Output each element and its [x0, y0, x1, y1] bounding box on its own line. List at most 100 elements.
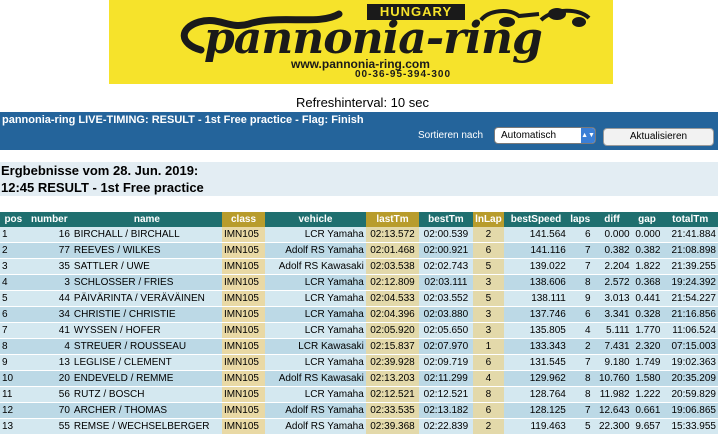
- cell-name: RUTZ / BOSCH: [71, 386, 222, 403]
- cell-vehicle: LCR Yamaha: [265, 227, 366, 243]
- cell-pos: 5: [0, 290, 27, 307]
- cell-besttm: 02:07.970: [419, 338, 473, 355]
- cell-diff: 2.572: [592, 274, 632, 291]
- cell-diff: 0.000: [592, 227, 632, 243]
- sort-select[interactable]: Automatisch ▲▼: [494, 127, 596, 144]
- cell-lasttm: 02:39.368: [365, 418, 420, 435]
- cell-class: IMN105: [221, 402, 266, 419]
- cell-lasttm: 02:13.572: [365, 227, 420, 243]
- cell-lasttm: 02:03.538: [365, 258, 420, 275]
- cell-vehicle: LCR Yamaha: [265, 322, 366, 339]
- cell-name: CHRISTIE / CHRISTIE: [71, 306, 222, 323]
- column-header-totaltm: totalTm: [662, 212, 718, 227]
- cell-diff: 10.760: [592, 370, 632, 387]
- table-row: 9 13 LEGLISE / CLEMENT IMN105 LCR Yamaha 02:3…: [0, 354, 718, 371]
- select-arrows-icon: ▲▼: [581, 128, 595, 143]
- cell-number: 55: [26, 418, 72, 435]
- cell-gap: 0.368: [631, 274, 663, 291]
- cell-class: IMN105: [221, 242, 266, 259]
- cell-gap: 0.382: [631, 242, 663, 259]
- cell-totaltm: 19:06.865: [662, 402, 718, 419]
- cell-pos: 13: [0, 418, 27, 435]
- cell-class: IMN105: [221, 418, 266, 435]
- cell-vehicle: LCR Yamaha: [265, 386, 366, 403]
- cell-diff: 3.013: [592, 290, 632, 307]
- cell-vehicle: LCR Yamaha: [265, 354, 366, 371]
- cell-pos: 1: [0, 227, 27, 243]
- table-row: 8 4 STREUER / ROUSSEAU IMN105 LCR Kawasaki 02…: [0, 338, 718, 355]
- cell-totaltm: 20:59.829: [662, 386, 718, 403]
- cell-gap: 0.441: [631, 290, 663, 307]
- column-header-gap: gap: [631, 212, 663, 227]
- cell-class: IMN105: [221, 370, 266, 387]
- column-header-laps: laps: [567, 212, 593, 227]
- cell-pos: 10: [0, 370, 27, 387]
- cell-pos: 4: [0, 274, 27, 291]
- cell-besttm: 02:13.182: [419, 402, 473, 419]
- results-date-title: Ergbebnisse vom 28. Jun. 2019:: [1, 163, 199, 178]
- cell-vehicle: Adolf RS Yamaha: [265, 242, 366, 259]
- cell-lasttm: 02:15.837: [365, 338, 420, 355]
- logo-phone-text: 00-36-95-394-300: [355, 69, 452, 80]
- cell-pos: 6: [0, 306, 27, 323]
- cell-class: IMN105: [221, 258, 266, 275]
- table-row: 10 20 ENDEVELD / REMME IMN105 Adolf RS Kawas…: [0, 370, 718, 387]
- cell-besttm: 02:09.719: [419, 354, 473, 371]
- cell-pos: 8: [0, 338, 27, 355]
- cell-name: REEVES / WILKES: [71, 242, 222, 259]
- cell-name: WYSSEN / HOFER: [71, 322, 222, 339]
- cell-vehicle: Adolf RS Yamaha: [265, 402, 366, 419]
- cell-number: 70: [26, 402, 72, 419]
- cell-pos: 3: [0, 258, 27, 275]
- cell-diff: 22.300: [592, 418, 632, 435]
- cell-totaltm: 19:24.392: [662, 274, 718, 291]
- cell-lnlap: 1: [472, 338, 505, 355]
- cell-number: 16: [26, 227, 72, 243]
- cell-laps: 8: [567, 274, 593, 291]
- column-header-number: number: [26, 212, 72, 227]
- cell-besttm: 02:12.521: [419, 386, 473, 403]
- cell-gap: 1.770: [631, 322, 663, 339]
- cell-laps: 9: [567, 290, 593, 307]
- column-header-name: name: [71, 212, 222, 227]
- cell-besttm: 02:02.743: [419, 258, 473, 275]
- cell-besttm: 02:00.539: [419, 227, 473, 243]
- table-header-row: pos number name class vehicle lastTm bestTm lnL…: [0, 212, 718, 227]
- cell-lasttm: 02:12.521: [365, 386, 420, 403]
- cell-lasttm: 02:12.809: [365, 274, 420, 291]
- cell-number: 13: [26, 354, 72, 371]
- column-header-besttm: bestTm: [419, 212, 473, 227]
- cell-totaltm: 11:06.524: [662, 322, 718, 339]
- cell-diff: 9.180: [592, 354, 632, 371]
- table-row: 7 41 WYSSEN / HOFER IMN105 LCR Yamaha 02:05.9…: [0, 322, 718, 339]
- cell-bestspeed: 138.111: [504, 290, 568, 307]
- cell-laps: 8: [567, 370, 593, 387]
- cell-bestspeed: 135.805: [504, 322, 568, 339]
- column-header-lnlap: lnLap: [472, 212, 505, 227]
- cell-besttm: 02:03.552: [419, 290, 473, 307]
- cell-pos: 9: [0, 354, 27, 371]
- cell-number: 4: [26, 338, 72, 355]
- column-header-lasttm: lastTm: [365, 212, 420, 227]
- cell-number: 34: [26, 306, 72, 323]
- cell-class: IMN105: [221, 290, 266, 307]
- cell-pos: 2: [0, 242, 27, 259]
- cell-totaltm: 21:41.884: [662, 227, 718, 243]
- cell-totaltm: 21:54.227: [662, 290, 718, 307]
- cell-lnlap: 5: [472, 290, 505, 307]
- cell-number: 20: [26, 370, 72, 387]
- cell-gap: 1.822: [631, 258, 663, 275]
- cell-bestspeed: 129.962: [504, 370, 568, 387]
- refresh-button[interactable]: Aktualisieren: [603, 128, 714, 146]
- cell-laps: 4: [567, 322, 593, 339]
- cell-lnlap: 3: [472, 322, 505, 339]
- cell-gap: 0.661: [631, 402, 663, 419]
- column-header-class: class: [221, 212, 266, 227]
- cell-name: ARCHER / THOMAS: [71, 402, 222, 419]
- cell-vehicle: Adolf RS Kawasaki: [265, 258, 366, 275]
- cell-bestspeed: 131.545: [504, 354, 568, 371]
- cell-gap: 1.749: [631, 354, 663, 371]
- cell-laps: 7: [567, 402, 593, 419]
- cell-gap: 0.328: [631, 306, 663, 323]
- sort-select-value: Automatisch: [501, 130, 557, 141]
